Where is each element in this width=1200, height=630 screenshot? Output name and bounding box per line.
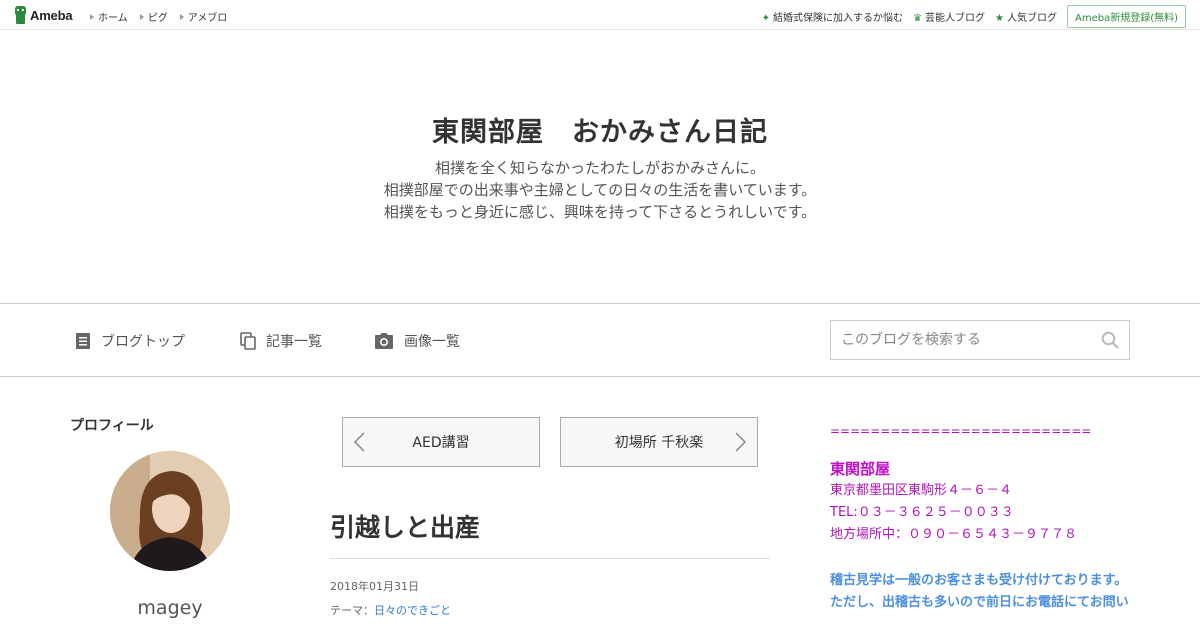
top-link-wedding-insurance[interactable]: ✦ 結婚式保険に加入するか悩む bbox=[762, 9, 903, 24]
blog-title[interactable]: 東関部屋 おかみさん日記 bbox=[0, 110, 1200, 149]
top-link-popular-blog[interactable]: ★ 人気ブログ bbox=[995, 9, 1057, 24]
ameba-topbar: Ameba ホーム ピグ アメブロ ✦ 結婚式保険に加入するか悩む ♛ 芸能人ブログ… bbox=[0, 0, 1200, 30]
top-right-links: ✦ 結婚式保険に加入するか悩む ♛ 芸能人ブログ ★ 人気ブログ Ameba新規登録(… bbox=[762, 5, 1186, 28]
ameba-logo-text: Ameba bbox=[30, 7, 73, 23]
sidebar-note: 稽古見学は一般のお客さまも受け付けております。 bbox=[830, 573, 1128, 588]
ameba-logo[interactable]: Ameba bbox=[14, 6, 73, 24]
nav-article-list[interactable]: 記事一覧 bbox=[240, 331, 322, 351]
blog-description-line: 相撲をもっと身近に感じ、興味を持って下さるとうれしいです。 bbox=[383, 203, 817, 221]
article-theme-link[interactable]: 日々のできごと bbox=[374, 604, 451, 617]
avatar[interactable] bbox=[110, 451, 230, 571]
sidebar-address: 東京都墨田区東駒形４－６－４ bbox=[830, 483, 1013, 498]
profile-name[interactable]: magey bbox=[70, 597, 270, 619]
copy-icon bbox=[240, 332, 256, 350]
sidebar-separator: ========================== bbox=[830, 424, 1092, 438]
blog-search-input[interactable] bbox=[841, 329, 1091, 351]
chevron-left-icon bbox=[353, 432, 365, 452]
blog-navbar: ブログトップ 記事一覧 画像一覧 bbox=[0, 303, 1200, 377]
star-icon: ★ bbox=[995, 13, 1004, 24]
blog-description-line: 相撲部屋での出来事や主婦としての日々の生活を書いています。 bbox=[383, 181, 817, 199]
top-nav: ホーム ピグ アメブロ bbox=[90, 9, 227, 24]
register-button[interactable]: Ameba新規登録(無料) bbox=[1066, 5, 1186, 28]
profile-photo bbox=[110, 451, 230, 571]
blog-search-box bbox=[830, 320, 1130, 360]
top-nav-pigg[interactable]: ピグ bbox=[139, 9, 168, 24]
triangle-right-icon bbox=[139, 14, 144, 20]
top-link-celebrity-blog[interactable]: ♛ 芸能人ブログ bbox=[913, 9, 985, 24]
article-title-divider bbox=[330, 558, 770, 559]
blog-description: 相撲を全く知らなかったわたしがおかみさんに。 相撲部屋での出来事や主婦としての日… bbox=[0, 157, 1200, 223]
crown-icon: ♛ bbox=[913, 13, 923, 24]
article-date: 2018年01月31日 bbox=[330, 580, 419, 593]
article-title[interactable]: 引越しと出産 bbox=[330, 508, 480, 544]
top-nav-home[interactable]: ホーム bbox=[90, 9, 128, 24]
nav-blog-top[interactable]: ブログトップ bbox=[75, 331, 185, 351]
search-icon[interactable] bbox=[1101, 331, 1119, 349]
top-nav-ameblo[interactable]: アメブロ bbox=[179, 9, 227, 24]
triangle-right-icon bbox=[90, 14, 94, 20]
sidebar-regional-office: 地方場所中：０９０－６５４３－９７７８ bbox=[830, 527, 1078, 542]
blog-description-line: 相撲を全く知らなかったわたしがおかみさんに。 bbox=[434, 159, 765, 177]
camera-icon bbox=[375, 333, 393, 349]
ameba-logo-icon bbox=[14, 6, 27, 24]
document-icon bbox=[76, 333, 90, 349]
article-theme: テーマ：日々のできごと bbox=[330, 604, 451, 617]
prev-article-button[interactable]: AED講習 bbox=[342, 417, 540, 467]
sidebar-tel: TEL:０３－３６２５－００３３ bbox=[830, 505, 1014, 520]
chevron-right-icon bbox=[735, 432, 747, 452]
blog-header: 東関部屋 おかみさん日記 相撲を全く知らなかったわたしがおかみさんに。 相撲部屋… bbox=[0, 30, 1200, 303]
next-article-button[interactable]: 初場所 千秋楽 bbox=[560, 417, 758, 467]
sidebar-free-area: ========================== 東関部屋 東京都墨田区東駒… bbox=[830, 420, 1170, 614]
sparkle-icon: ✦ bbox=[761, 13, 771, 24]
nav-image-list[interactable]: 画像一覧 bbox=[374, 331, 460, 351]
sidebar-org-name: 東関部屋 bbox=[830, 460, 891, 478]
triangle-right-icon bbox=[179, 14, 184, 20]
profile-heading: プロフィール bbox=[70, 418, 154, 434]
sidebar-note: ただし、出稽古も多いので前日にお電話にてお問い bbox=[830, 595, 1129, 610]
